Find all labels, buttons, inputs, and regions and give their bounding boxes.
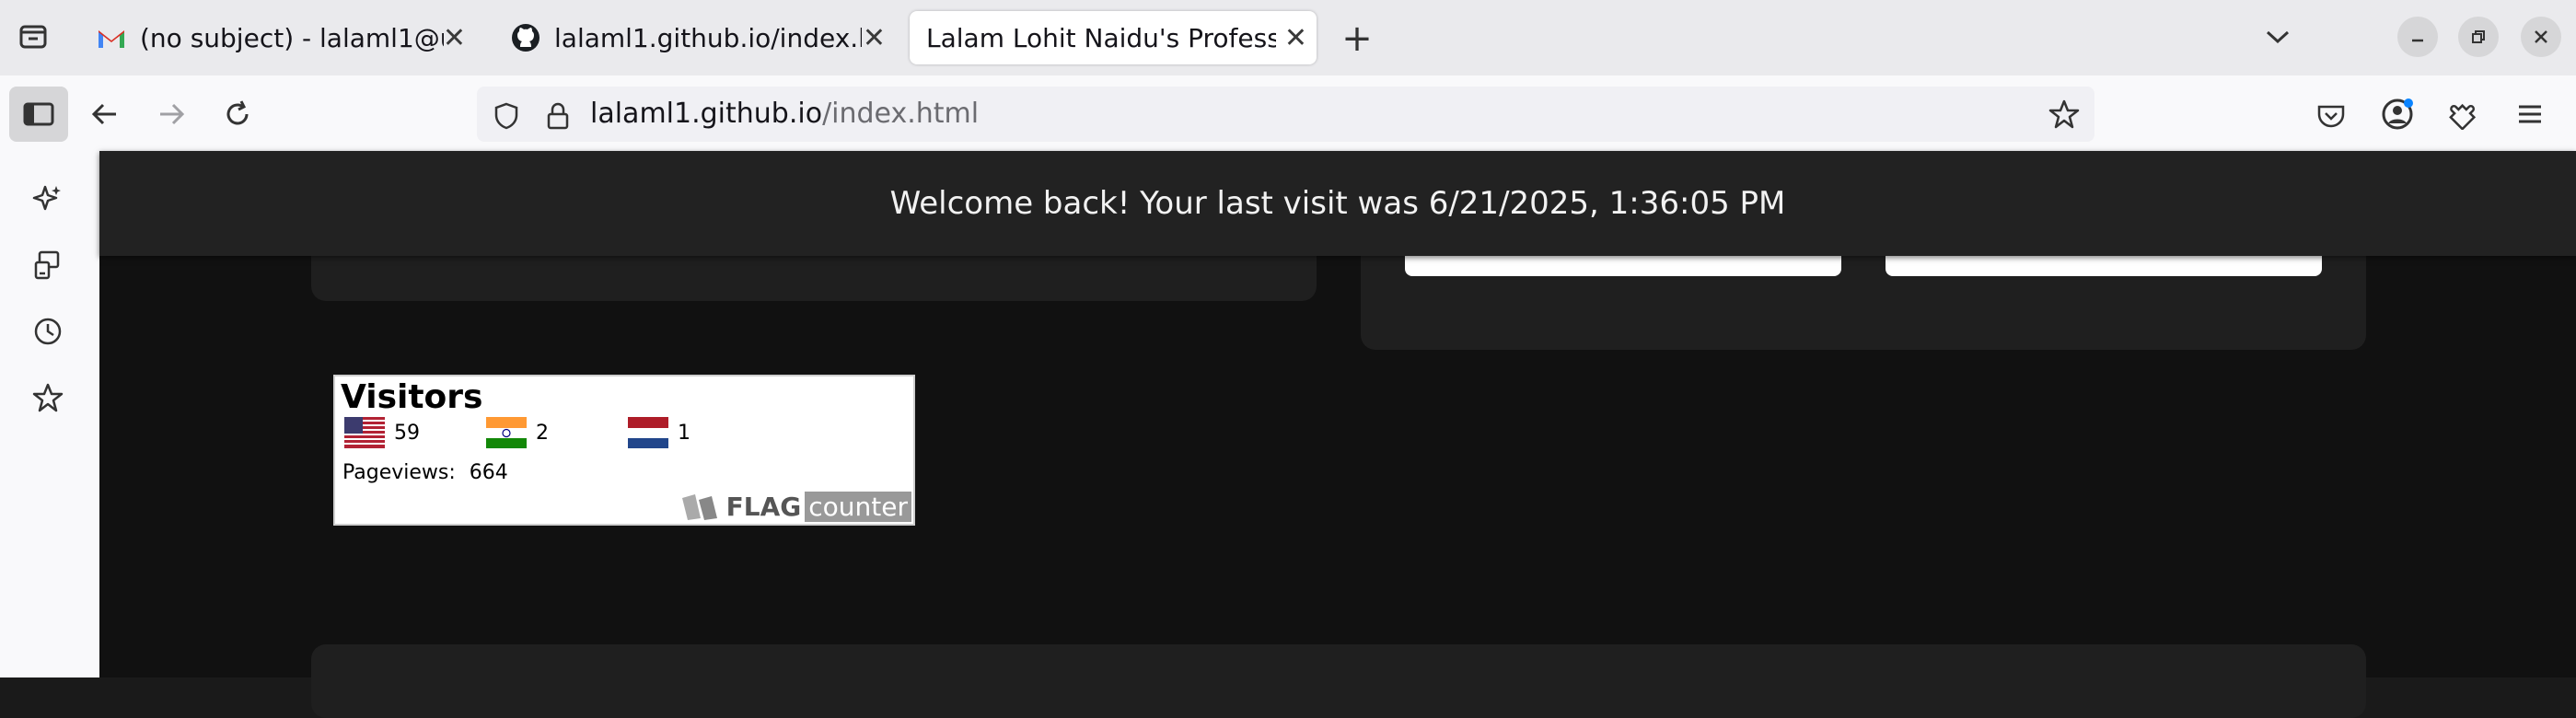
flag-counter-widget[interactable]: Visitors 59 2 1 Pageviews: 664 FLAG coun… [333, 375, 915, 526]
account-button[interactable] [2377, 94, 2418, 134]
pageviews-label: Pageviews: [342, 461, 456, 484]
visitor-entry-india: 2 [486, 417, 549, 448]
logo-text-counter: counter [805, 491, 911, 522]
puzzle-icon [2449, 103, 2477, 130]
restore-button[interactable] [2458, 17, 2499, 57]
site-security-button[interactable] [538, 96, 578, 136]
forward-button[interactable] [151, 94, 191, 134]
flag-counter-logo-icon [681, 494, 717, 520]
visitor-count: 59 [394, 421, 420, 445]
pageviews-row: Pageviews: 664 [342, 461, 508, 484]
firefox-view-icon [19, 25, 47, 49]
account-icon [2382, 98, 2413, 130]
app-menu-button[interactable] [2510, 94, 2550, 134]
ai-chatbot-button[interactable] [28, 179, 68, 219]
pocket-button[interactable] [2311, 96, 2351, 136]
bookmark-page-button[interactable] [2044, 94, 2084, 134]
history-button[interactable] [28, 311, 68, 352]
content-card-bottom [311, 644, 2366, 718]
list-all-tabs-button[interactable] [2257, 18, 2298, 55]
chevron-down-icon [2266, 30, 2290, 44]
visitor-entry-netherlands: 1 [628, 417, 690, 448]
visitor-count: 2 [536, 421, 549, 445]
india-flag-icon [486, 417, 527, 448]
tab-strip: (no subject) - lalaml1@ud ✕ lalaml1.gith… [0, 0, 2576, 75]
welcome-message: Welcome back! Your last visit was 6/21/2… [889, 185, 1786, 222]
star-icon [2048, 99, 2080, 129]
pocket-icon [2317, 105, 2345, 128]
reload-icon [226, 100, 249, 125]
us-flag-icon [344, 417, 385, 448]
forward-arrow-icon [160, 103, 185, 125]
hamburger-menu-icon [2519, 105, 2541, 123]
close-icon [2535, 30, 2547, 43]
visitor-count: 1 [678, 421, 690, 445]
sidebar-toggle-icon [23, 102, 54, 126]
plus-icon: + [1341, 17, 1373, 60]
visitor-entry-us: 59 [344, 417, 420, 448]
pageviews-value: 664 [469, 461, 508, 484]
gmail-icon [99, 30, 124, 48]
tracking-protection-button[interactable] [486, 96, 527, 136]
minimize-button[interactable] [2397, 17, 2438, 57]
back-button[interactable] [85, 94, 125, 134]
reload-button[interactable] [217, 94, 258, 134]
flag-counter-logo[interactable]: FLAG counter [680, 491, 911, 522]
new-tab-button[interactable]: + [1337, 17, 1377, 60]
netherlands-flag-icon [628, 417, 668, 448]
ai-chatbot-icon [32, 185, 61, 211]
tab-gmail[interactable]: (no subject) - lalaml1@ud ✕ [85, 11, 475, 64]
tab-portfolio[interactable]: Lalam Lohit Naidu's Professio ✕ [910, 11, 1317, 64]
url-path: /index.html [822, 98, 980, 130]
bookmarks-button[interactable] [28, 377, 68, 418]
minimize-icon [2412, 39, 2423, 42]
tab-title: Lalam Lohit Naidu's Professio [926, 22, 1276, 53]
extensions-button[interactable] [2443, 94, 2484, 134]
tab-title: lalaml1.github.io/index.ht [554, 22, 862, 53]
synced-tabs-icon [34, 250, 60, 280]
shield-icon [494, 102, 518, 130]
close-tab-icon[interactable]: ✕ [863, 22, 886, 54]
synced-tabs-button[interactable] [28, 245, 68, 285]
github-icon [512, 24, 540, 52]
lock-icon [547, 102, 569, 130]
tab-title: (no subject) - lalaml1@ud [140, 22, 444, 53]
history-icon [34, 318, 62, 345]
logo-text-flag: FLAG [725, 491, 802, 522]
visitors-heading: Visitors [341, 378, 483, 416]
restore-icon [2472, 30, 2485, 43]
welcome-banner: Welcome back! Your last visit was 6/21/2… [99, 151, 2576, 256]
close-tab-icon[interactable]: ✕ [443, 22, 466, 54]
tab-github[interactable]: lalaml1.github.io/index.ht ✕ [495, 11, 895, 64]
firefox-view-button[interactable] [15, 18, 52, 55]
browser-sidebar [0, 151, 100, 677]
close-tab-icon[interactable]: ✕ [1284, 22, 1307, 54]
sidebar-toggle-button[interactable] [9, 87, 68, 142]
bookmarks-icon [32, 383, 64, 412]
back-arrow-icon [91, 103, 116, 125]
close-window-button[interactable] [2521, 17, 2561, 57]
url-text[interactable]: lalaml1.github.io/index.html [590, 97, 979, 132]
url-host: lalaml1.github.io [590, 98, 823, 130]
